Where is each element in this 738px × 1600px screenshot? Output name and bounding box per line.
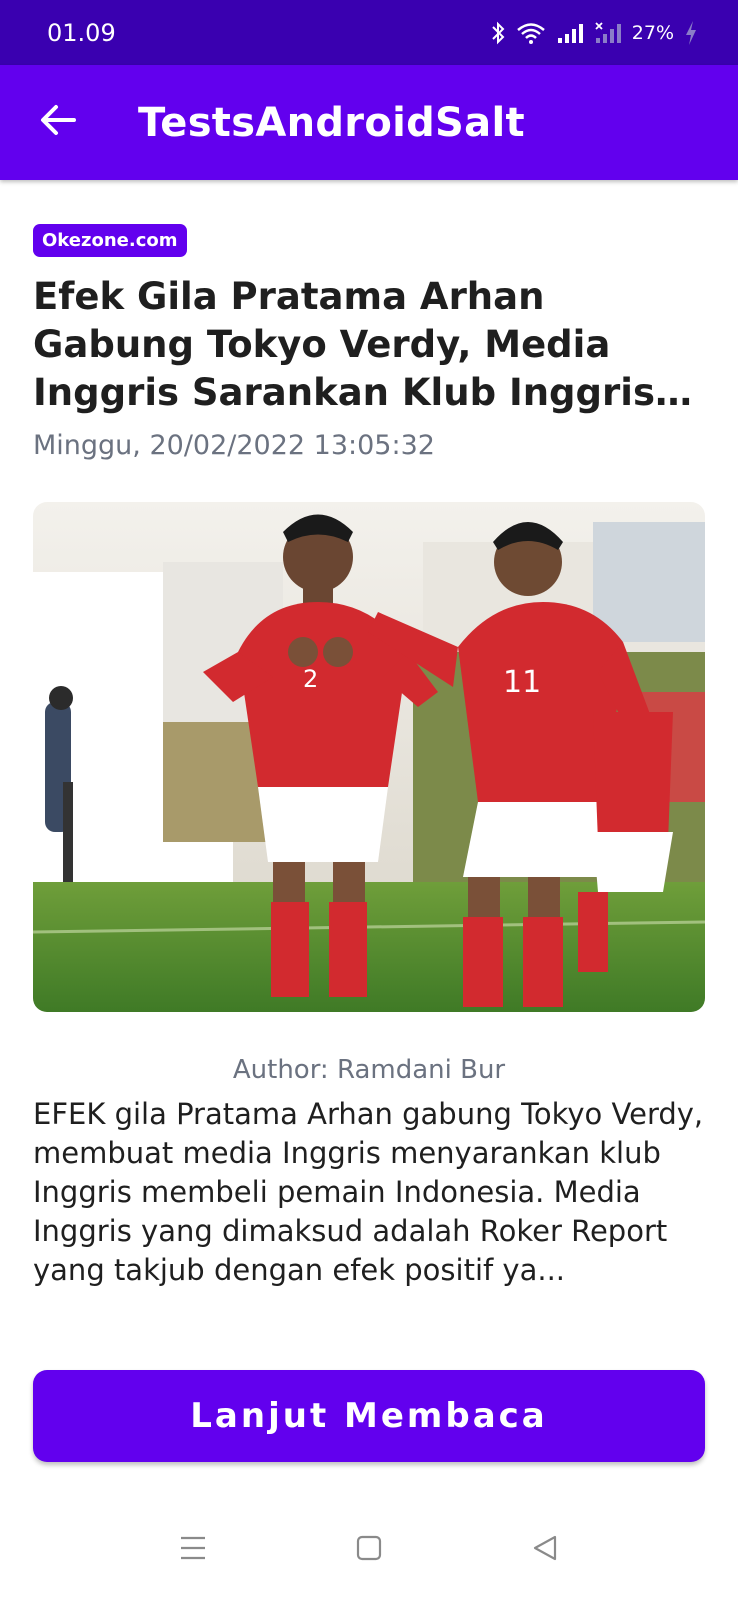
article-date: Minggu, 20/02/2022 13:05:32 [33, 430, 435, 461]
signal-off-icon [594, 21, 622, 45]
article-image: 2 11 [33, 502, 705, 1012]
status-icons: 27% [490, 20, 698, 46]
article-author: Author: Ramdani Bur [232, 1055, 506, 1085]
jersey-number: 2 [303, 665, 318, 693]
arrow-left-icon [40, 104, 76, 141]
football-players-celebration-photo: 2 11 [33, 502, 705, 1012]
app-title: TestsAndroidSalt [138, 99, 525, 146]
menu-icon [179, 1535, 207, 1566]
status-time: 01.09 [47, 18, 116, 47]
nav-home-button[interactable] [281, 1534, 457, 1567]
source-badge: Okezone.com [33, 224, 187, 257]
nav-menu-button[interactable] [105, 1535, 281, 1566]
charging-icon [684, 20, 698, 46]
battery-percent: 27% [631, 21, 674, 44]
article-excerpt: EFEK gila Pratama Arhan gabung Tokyo Ver… [33, 1097, 704, 1287]
back-icon [531, 1534, 559, 1567]
home-icon [355, 1534, 383, 1567]
system-nav-bar [0, 1500, 738, 1600]
nav-back-button[interactable] [457, 1534, 633, 1567]
wifi-icon [516, 21, 546, 45]
back-button[interactable] [23, 88, 93, 158]
read-more-button[interactable]: Lanjut Membaca [33, 1370, 705, 1462]
status-bar: 01.09 27% [0, 0, 738, 65]
signal-icon [556, 21, 584, 45]
app-bar: TestsAndroidSalt [0, 65, 738, 180]
article-title: Efek Gila Pratama Arhan Gabung Tokyo Ver… [33, 275, 655, 414]
jersey-number-11: 11 [503, 665, 541, 700]
bluetooth-icon [490, 21, 506, 45]
